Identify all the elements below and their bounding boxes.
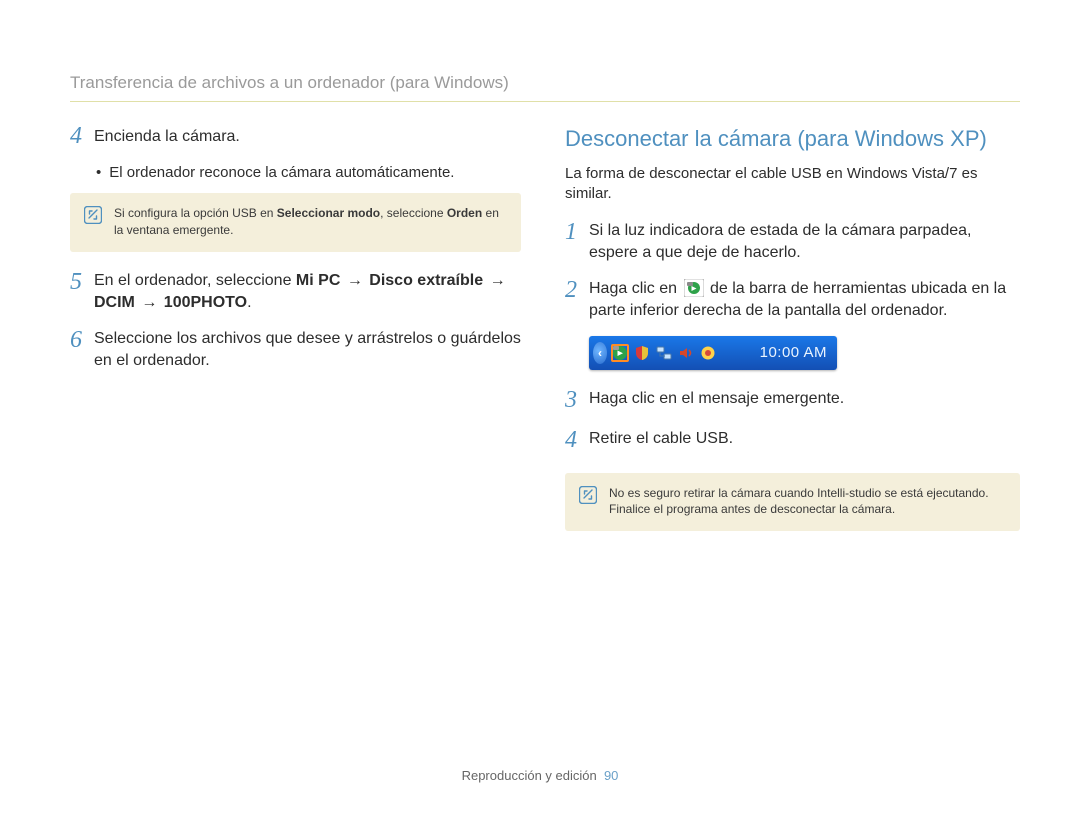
step-1-right: 1 Si la luz indicadora de estada de la c… xyxy=(565,220,1020,264)
step-number: 4 xyxy=(70,124,94,149)
step-text: Haga clic en de la barra de herramientas… xyxy=(589,278,1020,322)
note-box-usb-mode: Si configura la opción USB en Selecciona… xyxy=(70,193,521,251)
step-number: 1 xyxy=(565,220,589,245)
footer-section: Reproducción y edición xyxy=(462,768,597,783)
step-number: 5 xyxy=(70,270,94,295)
info-icon xyxy=(84,206,102,224)
step-2-right: 2 Haga clic en de la barra de herramient… xyxy=(565,278,1020,322)
manual-page: Transferencia de archivos a un ordenador… xyxy=(0,0,1080,815)
left-column: 4 Encienda la cámara. El ordenador recon… xyxy=(70,124,525,549)
windows-system-tray: ‹ 10:00 AM xyxy=(589,336,837,370)
safely-remove-icon xyxy=(684,279,704,297)
header-rule xyxy=(70,101,1020,102)
page-number: 90 xyxy=(604,768,618,783)
step-number: 2 xyxy=(565,278,589,303)
note-text: Si configura la opción USB en Selecciona… xyxy=(114,205,507,237)
step-3-right: 3 Haga clic en el mensaje emergente. xyxy=(565,388,1020,413)
right-column: Desconectar la cámara (para Windows XP) … xyxy=(565,124,1020,549)
bullet-text: El ordenador reconoce la cámara automáti… xyxy=(109,163,454,183)
note-text: No es seguro retirar la cámara cuando In… xyxy=(609,485,989,517)
section-intro: La forma de desconectar el cable USB en … xyxy=(565,164,1020,205)
safely-remove-hardware-icon[interactable] xyxy=(611,344,629,362)
step-text: En el ordenador, seleccione Mi PC → Disc… xyxy=(94,270,525,314)
page-footer: Reproducción y edición 90 xyxy=(0,767,1080,785)
step-number: 6 xyxy=(70,328,94,353)
two-column-layout: 4 Encienda la cámara. El ordenador recon… xyxy=(70,124,1020,549)
step-text: Retire el cable USB. xyxy=(589,428,1020,450)
step-text: Seleccione los archivos que desee y arrá… xyxy=(94,328,525,372)
step-text: Haga clic en el mensaje emergente. xyxy=(589,388,1020,410)
network-icon[interactable] xyxy=(655,344,673,362)
step-number: 4 xyxy=(565,428,589,453)
step-6-left: 6 Seleccione los archivos que desee y ar… xyxy=(70,328,525,372)
step-4-right: 4 Retire el cable USB. xyxy=(565,428,1020,453)
volume-icon[interactable] xyxy=(677,344,695,362)
section-title: Desconectar la cámara (para Windows XP) xyxy=(565,124,1020,154)
page-title: Transferencia de archivos a un ordenador… xyxy=(70,72,1020,95)
note-box-intelli-studio: No es seguro retirar la cámara cuando In… xyxy=(565,473,1020,531)
hidden-icons-caret-icon[interactable]: ‹ xyxy=(593,342,607,364)
updates-icon[interactable] xyxy=(699,344,717,362)
step-4-left: 4 Encienda la cámara. xyxy=(70,124,525,149)
shield-icon[interactable] xyxy=(633,344,651,362)
step-bullet: El ordenador reconoce la cámara automáti… xyxy=(96,163,525,183)
step-text: Si la luz indicadora de estada de la cám… xyxy=(589,220,1020,264)
info-icon xyxy=(579,486,597,504)
step-number: 3 xyxy=(565,388,589,413)
step-5-left: 5 En el ordenador, seleccione Mi PC → Di… xyxy=(70,270,525,314)
step-text: Encienda la cámara. xyxy=(94,124,525,148)
clock-text[interactable]: 10:00 AM xyxy=(760,343,833,363)
